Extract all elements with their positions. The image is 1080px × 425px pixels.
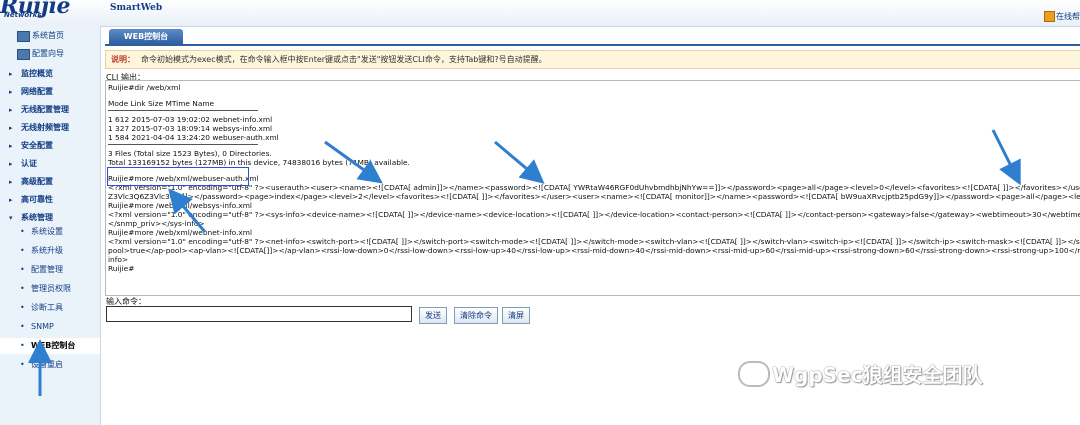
watermark: WgpSec狼组安全团队 bbox=[772, 363, 983, 387]
arrow-to-guest-user bbox=[991, 129, 1021, 186]
arrow-to-command bbox=[168, 188, 207, 233]
arrow-to-admin-password bbox=[324, 140, 383, 184]
wechat-icon bbox=[738, 361, 770, 387]
arrow-to-encoded-password bbox=[494, 140, 545, 184]
